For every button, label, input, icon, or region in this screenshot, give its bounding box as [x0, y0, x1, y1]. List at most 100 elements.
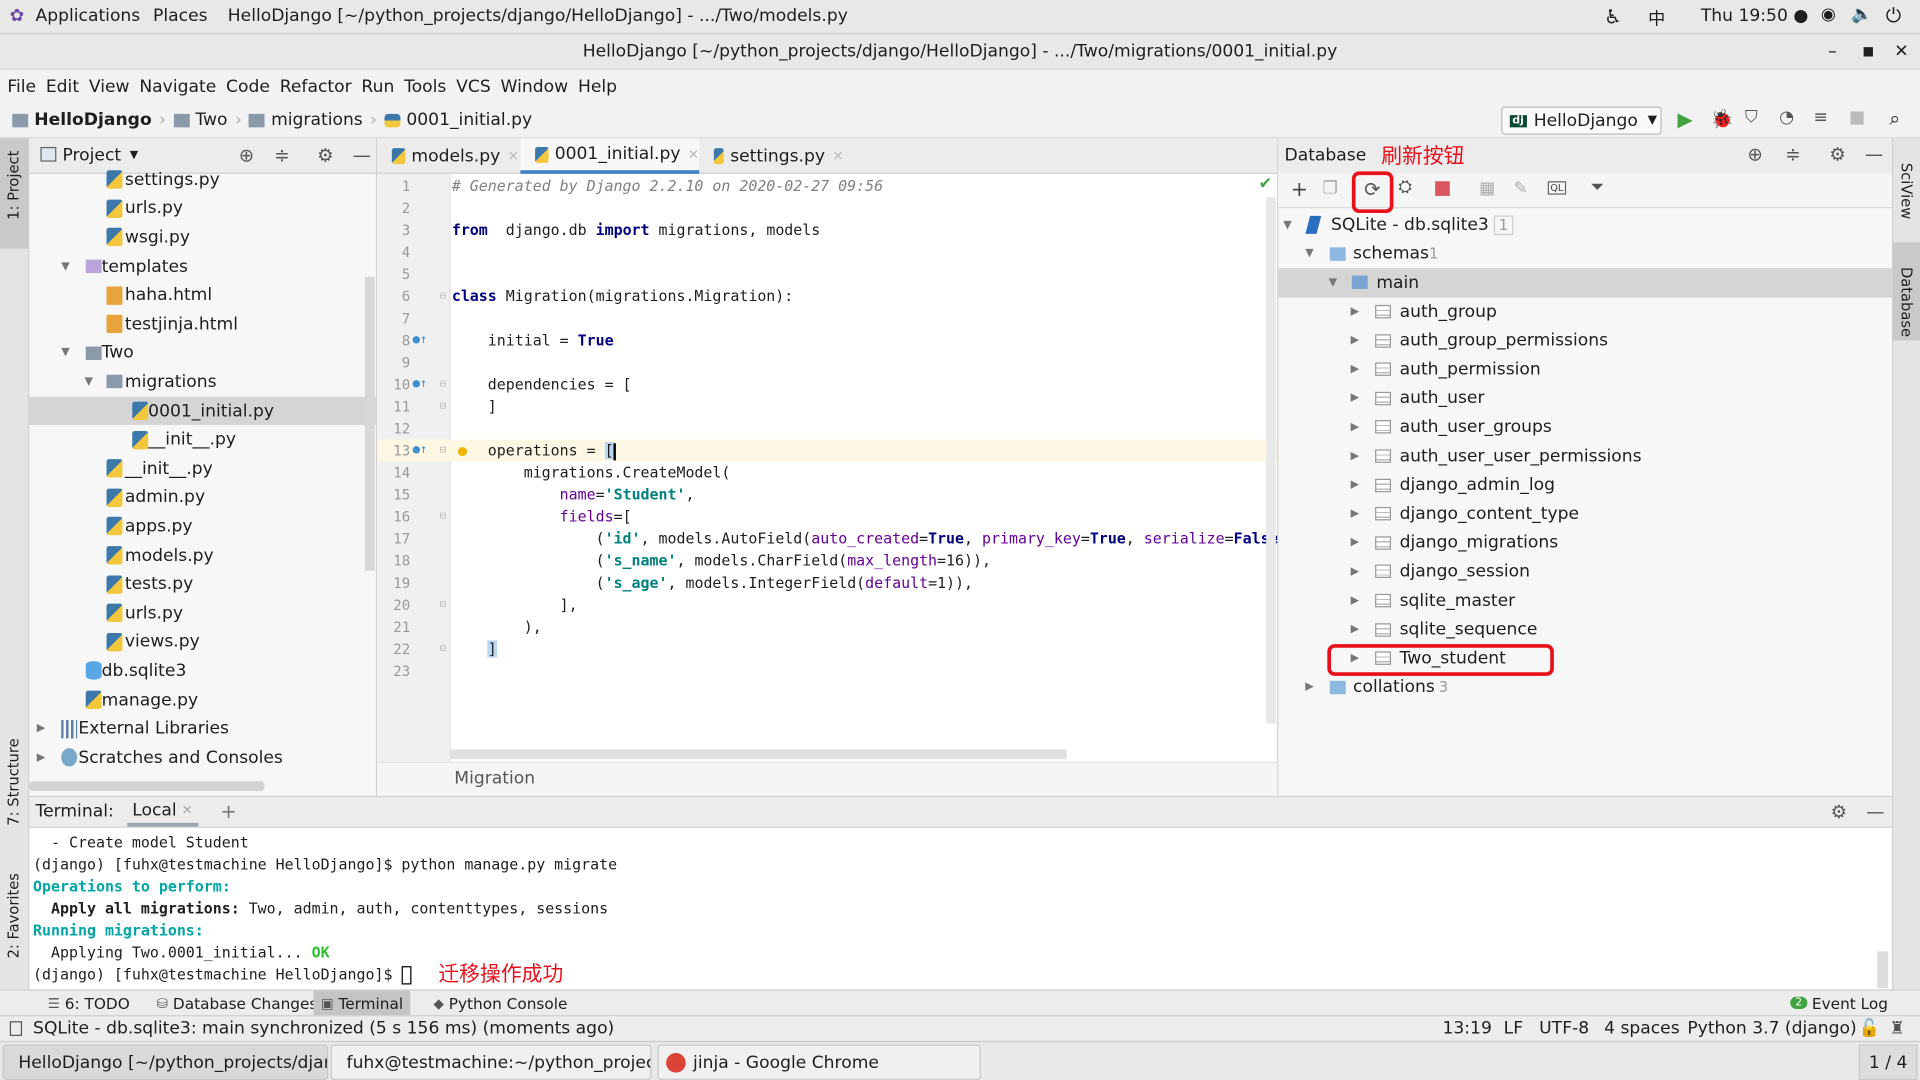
schemas-folder[interactable]: ▼ schemas 1: [1278, 240, 1891, 269]
project-tree-item[interactable]: ▶ External Libraries: [29, 714, 376, 743]
vertical-scrollbar[interactable]: [364, 276, 375, 571]
collapse-arrow-icon[interactable]: ▶: [1351, 508, 1359, 520]
terminal-output[interactable]: - Create model Student (django) [fuhx@tes…: [29, 831, 1891, 989]
project-tree-item[interactable]: 0001_initial.py: [29, 396, 376, 426]
table-django-session[interactable]: ▶ django_session: [1278, 557, 1891, 586]
applications-menu[interactable]: Applications: [36, 6, 141, 26]
tool-window-6-todo[interactable]: ☰ 6: TODO: [40, 991, 137, 1015]
table-view-icon[interactable]: ▦: [1479, 179, 1495, 199]
disconnect-icon[interactable]: [1435, 181, 1450, 196]
project-tree-item[interactable]: __init__.py: [29, 425, 376, 454]
project-tree-item[interactable]: __init__.py: [29, 454, 376, 483]
collapse-arrow-icon[interactable]: ▶: [1351, 363, 1359, 375]
table-django-admin-log[interactable]: ▶ django_admin_log: [1278, 471, 1891, 500]
breadcrumb-item-two[interactable]: Two: [173, 110, 227, 130]
terminal-tab-local[interactable]: Local ✕: [127, 797, 198, 827]
collapse-arrow-icon[interactable]: ▶: [37, 752, 45, 764]
network-icon[interactable]: ◉: [1821, 5, 1836, 25]
project-tree-item[interactable]: ▼ migrations: [29, 368, 376, 397]
override-gutter-icon[interactable]: ●↑: [413, 329, 428, 351]
sciview-tool-button[interactable]: SciView: [1898, 163, 1915, 219]
project-tree-item[interactable]: models.py: [29, 541, 376, 570]
collapse-arrow-icon[interactable]: ▶: [1351, 392, 1359, 404]
expand-arrow-icon[interactable]: ▼: [1329, 277, 1337, 289]
close-tab-icon[interactable]: ✕: [508, 148, 519, 164]
favorites-tool-button[interactable]: 2: Favorites: [5, 873, 22, 958]
project-tree-item[interactable]: ▼ templates: [29, 252, 376, 281]
project-tree-item[interactable]: urls.py: [29, 599, 376, 628]
horizontal-scrollbar[interactable]: [29, 781, 265, 792]
inspector-icon[interactable]: ♜: [1889, 1019, 1904, 1039]
run-button[interactable]: ▶: [1678, 108, 1693, 131]
new-terminal-tab-icon[interactable]: +: [220, 800, 236, 823]
project-tree-item[interactable]: ▶ Scratches and Consoles: [29, 743, 376, 772]
gear-icon[interactable]: ⚙: [1829, 143, 1845, 165]
workspace-switcher[interactable]: 1 / 4: [1858, 1044, 1918, 1080]
table-auth-group[interactable]: ▶ auth_group: [1278, 297, 1891, 326]
close-tab-icon[interactable]: ✕: [832, 148, 843, 164]
collapse-arrow-icon[interactable]: ▶: [1351, 306, 1359, 318]
code-area[interactable]: 1 # Generated by Django 2.2.10 on 2020-02…: [377, 174, 1278, 762]
taskbar-item-1[interactable]: HelloDjango [~/python_projects/djan...: [2, 1044, 329, 1080]
maximize-button[interactable]: ■: [1862, 34, 1874, 70]
terminal-scrollbar[interactable]: [1877, 951, 1889, 989]
table-django-content-type[interactable]: ▶ django_content_type: [1278, 500, 1891, 529]
project-tree-item[interactable]: admin.py: [29, 483, 376, 512]
close-window-button[interactable]: ✕: [1894, 34, 1908, 70]
menu-vcs[interactable]: VCS: [456, 77, 491, 97]
menu-file[interactable]: File: [7, 77, 36, 97]
collapse-arrow-icon[interactable]: ▶: [37, 723, 45, 735]
override-gutter-icon[interactable]: ●↑: [413, 440, 428, 462]
gear-icon[interactable]: ⚙: [1831, 801, 1847, 823]
expand-arrow-icon[interactable]: ▼: [1305, 248, 1313, 260]
file-encoding[interactable]: UTF-8: [1539, 1019, 1589, 1039]
stop-button[interactable]: ■: [1849, 108, 1865, 128]
coverage-button[interactable]: ⛉: [1745, 108, 1758, 128]
close-tab-icon[interactable]: ✕: [182, 802, 193, 818]
caret-position[interactable]: 13:19: [1442, 1019, 1491, 1039]
table-auth-group-permissions[interactable]: ▶ auth_group_permissions: [1278, 326, 1891, 355]
collapse-all-icon[interactable]: ≑: [1785, 143, 1800, 165]
inspection-ok-icon[interactable]: ✔: [1259, 175, 1272, 193]
table-sqlite-master[interactable]: ▶ sqlite_master: [1278, 586, 1891, 615]
editor-tab-settings-py[interactable]: settings.py ✕: [699, 138, 844, 174]
search-everywhere-icon[interactable]: ⌕: [1889, 107, 1900, 131]
power-icon[interactable]: ⏻: [1886, 4, 1901, 28]
collapse-arrow-icon[interactable]: ▶: [1305, 681, 1313, 693]
horizontal-scrollbar[interactable]: [450, 749, 1067, 760]
collapse-arrow-icon[interactable]: ▶: [1351, 623, 1359, 635]
expand-arrow-icon[interactable]: ▼: [61, 347, 69, 359]
collapse-arrow-icon[interactable]: ▶: [1351, 421, 1359, 433]
locate-icon[interactable]: ⊕: [239, 144, 254, 166]
datasource-sqlite[interactable]: ▼ SQLite - db.sqlite3 1: [1278, 211, 1891, 240]
duplicate-icon[interactable]: ❐: [1322, 179, 1337, 199]
menu-tools[interactable]: Tools: [404, 77, 446, 97]
accessibility-icon[interactable]: ♿: [1604, 5, 1622, 28]
input-method[interactable]: 中: [1648, 6, 1665, 30]
locate-icon[interactable]: ⊕: [1747, 143, 1762, 165]
project-tool-button[interactable]: 1: Project: [0, 138, 29, 249]
line-separator[interactable]: LF: [1504, 1019, 1523, 1039]
table-auth-user-groups[interactable]: ▶ auth_user_groups: [1278, 413, 1891, 442]
hide-panel-icon[interactable]: —: [353, 144, 371, 166]
chevron-down-icon[interactable]: ▼: [130, 149, 138, 161]
table-auth-permission[interactable]: ▶ auth_permission: [1278, 355, 1891, 384]
profile-button[interactable]: ◔: [1779, 108, 1794, 128]
expand-arrow-icon[interactable]: ▼: [84, 376, 92, 388]
table-django-migrations[interactable]: ▶ django_migrations: [1278, 528, 1891, 557]
tool-window-terminal[interactable]: ▣ Terminal: [313, 990, 411, 1016]
event-log-button[interactable]: 2 Event Log: [1790, 992, 1888, 1014]
collapse-arrow-icon[interactable]: ▶: [1351, 537, 1359, 549]
menu-edit[interactable]: Edit: [46, 77, 79, 97]
editor-tab-0001-initial-py[interactable]: 0001_initial.py ✕: [520, 138, 700, 174]
lock-icon[interactable]: 🔓: [1859, 1019, 1880, 1039]
debug-button[interactable]: 🐞: [1711, 108, 1734, 130]
collapse-arrow-icon[interactable]: ▶: [1351, 450, 1359, 462]
fold-marker-icon[interactable]: ⊟: [440, 594, 447, 616]
collations-folder[interactable]: ▶ collations 3: [1278, 673, 1891, 702]
menu-window[interactable]: Window: [501, 77, 569, 97]
database-tool-button[interactable]: Database: [1893, 242, 1920, 341]
structure-tool-button[interactable]: 7: Structure: [5, 738, 22, 825]
fold-marker-icon[interactable]: ⊟: [440, 440, 447, 462]
close-tab-icon[interactable]: ✕: [688, 146, 699, 162]
